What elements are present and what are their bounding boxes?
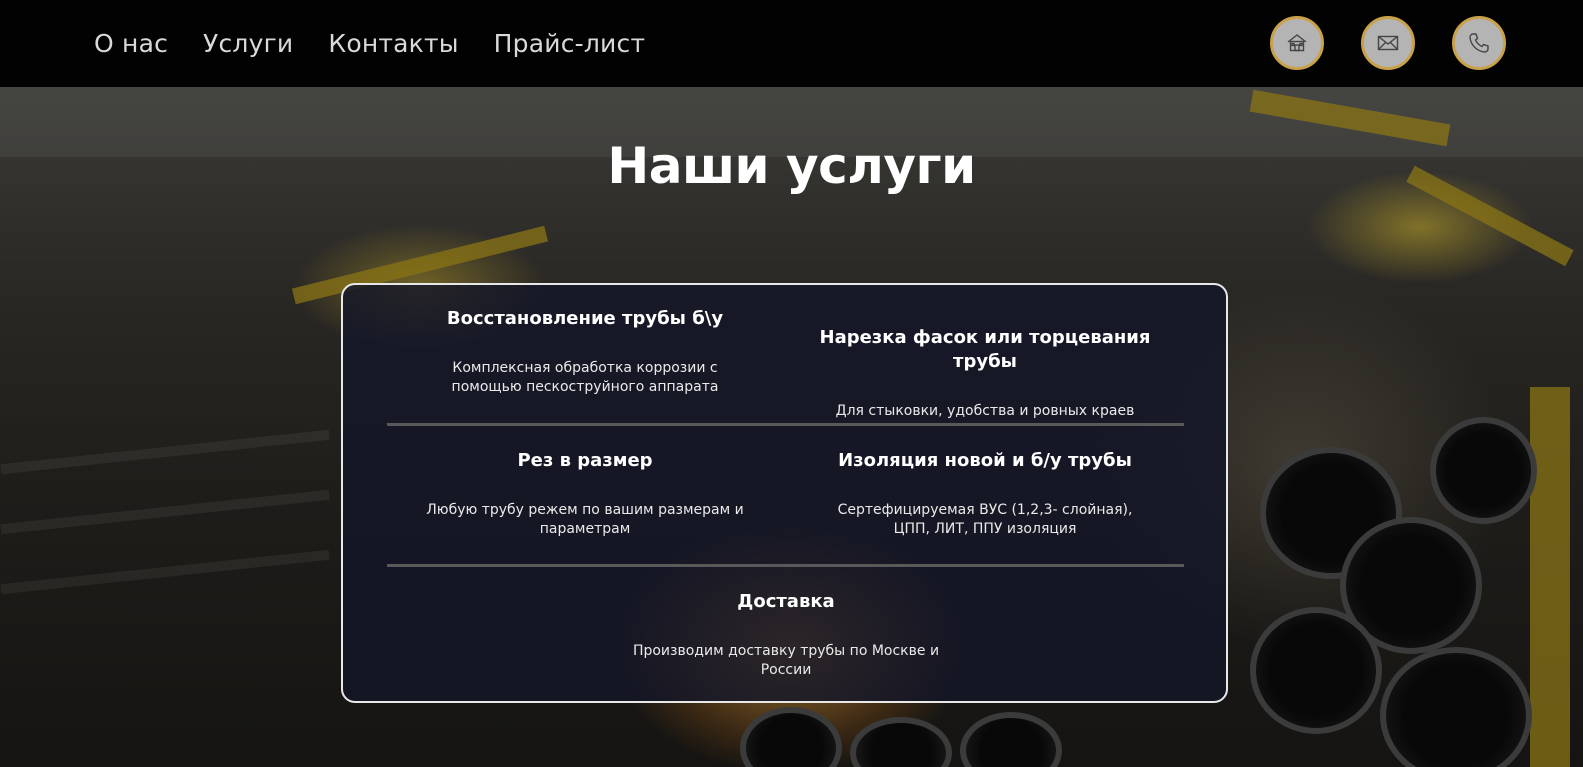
- service-description: Для стыковки, удобства и ровных краев: [835, 403, 1135, 419]
- section-title: Наши услуги: [607, 137, 976, 195]
- background-decor: [0, 489, 330, 535]
- service-item: Нарезка фасок или торцевания трубы Для с…: [795, 326, 1175, 421]
- services-section: Наши услуги Восстановление трубы б\у Ком…: [0, 87, 1583, 767]
- phone-icon: [1469, 33, 1489, 53]
- service-description: Любую трубу режем по вашим размерам и па…: [426, 502, 744, 537]
- background-decor: [0, 429, 330, 475]
- service-title: Доставка: [737, 591, 835, 612]
- service-title: Нарезка фасок или торцевания трубы: [819, 327, 1151, 372]
- background-decor: [960, 712, 1062, 767]
- service-description: Производим доставку трубы по Москве и Ро…: [632, 643, 940, 678]
- background-decor: [740, 707, 842, 767]
- header-icon-group: [1270, 16, 1506, 70]
- service-item: Изоляция новой и б/у трубы Сертефицируем…: [805, 449, 1165, 539]
- service-description: Сертефицируемая ВУС (1,2,3- слойная), ЦП…: [837, 502, 1133, 537]
- top-navigation-bar: О нас Услуги Контакты Прайс-лист: [0, 0, 1583, 87]
- service-item: Восстановление трубы б\у Комплексная обр…: [415, 307, 755, 397]
- main-nav: О нас Услуги Контакты Прайс-лист: [94, 27, 645, 61]
- home-button[interactable]: [1270, 16, 1324, 70]
- background-decor: [0, 549, 330, 595]
- background-decor: [1380, 647, 1532, 767]
- services-card: Восстановление трубы б\у Комплексная обр…: [341, 283, 1228, 703]
- nav-link-price-list[interactable]: Прайс-лист: [494, 27, 646, 61]
- service-description: Комплексная обработка коррозии с помощью…: [451, 360, 719, 395]
- nav-link-about[interactable]: О нас: [94, 27, 168, 61]
- service-title: Рез в размер: [517, 450, 653, 471]
- divider: [387, 423, 1184, 426]
- nav-link-services[interactable]: Услуги: [203, 27, 293, 61]
- service-item: Доставка Производим доставку трубы по Мо…: [606, 590, 966, 680]
- mail-button[interactable]: [1361, 16, 1415, 70]
- background-decor: [1250, 607, 1382, 734]
- service-item: Рез в размер Любую трубу режем по вашим …: [415, 449, 755, 539]
- home-icon: [1287, 34, 1307, 52]
- nav-link-contacts[interactable]: Контакты: [328, 27, 458, 61]
- phone-button[interactable]: [1452, 16, 1506, 70]
- mail-icon: [1377, 35, 1399, 51]
- divider: [387, 564, 1184, 567]
- background-decor: [850, 717, 952, 767]
- service-title: Восстановление трубы б\у: [446, 308, 724, 329]
- service-title: Изоляция новой и б/у трубы: [838, 450, 1132, 471]
- background-decor: [1430, 417, 1537, 524]
- background-decor: [1530, 387, 1570, 767]
